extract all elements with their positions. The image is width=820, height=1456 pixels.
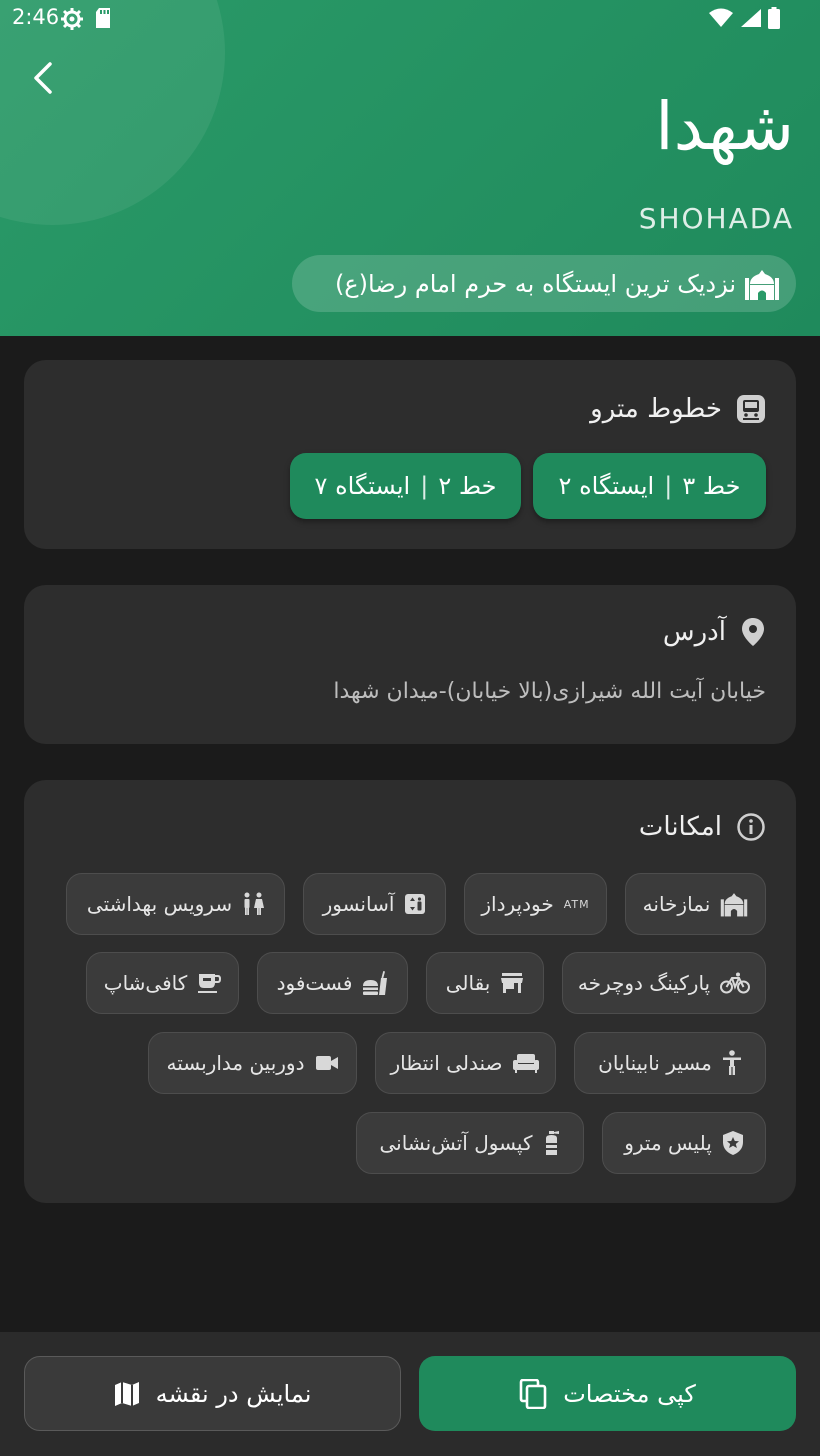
copy-coordinates-label: کپی مختصات	[563, 1379, 696, 1408]
address-text: خیابان آیت الله شیرازی(بالا خیابان)-میدا…	[333, 679, 766, 704]
facility-chip: پارکینگ دوچرخه	[562, 952, 766, 1014]
station-title: شهدا	[655, 88, 794, 165]
facility-label: پلیس مترو	[624, 1131, 712, 1155]
facility-chip: دوربین مداربسته	[148, 1032, 357, 1094]
wifi-icon	[708, 8, 734, 28]
facility-label: خودپرداز	[481, 892, 554, 916]
metro-line-chip[interactable]: خط ۲ | ایستگاه ۷	[290, 453, 521, 519]
metro-lines-title: خطوط مترو	[590, 394, 722, 424]
facility-label: کافی‌شاپ	[103, 971, 188, 995]
chip-divider: |	[664, 472, 673, 500]
battery-icon	[768, 7, 780, 29]
facility-label: کپسول آتش‌نشانی	[379, 1131, 533, 1155]
atm-icon: ATM	[563, 897, 590, 911]
facilities-card: امکانات نمازخانه ATM خودپرداز آسانسور سر…	[24, 780, 796, 1203]
sofa-icon	[512, 1053, 540, 1073]
restroom-icon	[242, 892, 265, 916]
metro-lines-card: خطوط مترو خط ۳ | ایستگاه ۲ خط ۲ | ایستگا…	[24, 360, 796, 549]
camera-icon	[315, 1054, 339, 1072]
facility-label: صندلی انتظار	[390, 1051, 503, 1075]
line-station: ایستگاه ۷	[314, 472, 411, 500]
facility-chip: کپسول آتش‌نشانی	[356, 1112, 584, 1174]
store-icon	[500, 972, 524, 994]
facility-label: نمازخانه	[642, 892, 711, 916]
map-icon	[114, 1381, 140, 1407]
signal-icon	[740, 8, 762, 28]
chevron-left-icon	[34, 62, 52, 94]
facility-chip: پلیس مترو	[602, 1112, 766, 1174]
facility-label: دوربین مداربسته	[166, 1051, 305, 1075]
mosque-icon	[744, 268, 780, 300]
chip-divider: |	[420, 472, 429, 500]
facility-chip: صندلی انتظار	[375, 1032, 556, 1094]
facilities-header: امکانات	[639, 812, 766, 842]
facility-label: فست‌فود	[276, 971, 353, 995]
show-on-map-button[interactable]: نمایش در نقشه	[24, 1356, 401, 1431]
elevator-icon	[404, 893, 426, 915]
train-icon	[736, 394, 766, 424]
line-number: خط ۳	[682, 472, 741, 500]
line-number: خط ۲	[438, 472, 497, 500]
bottom-action-bar: کپی مختصات نمایش در نقشه	[0, 1332, 820, 1456]
police-shield-icon	[722, 1130, 744, 1156]
facility-chip: مسیر نابینایان	[574, 1032, 766, 1094]
facility-chip: نمازخانه	[625, 873, 766, 935]
back-button[interactable]	[22, 58, 62, 98]
facility-label: بقالی	[445, 971, 491, 995]
copy-coordinates-button[interactable]: کپی مختصات	[419, 1356, 796, 1431]
facility-chip: سرویس بهداشتی	[66, 873, 285, 935]
fire-extinguisher-icon	[542, 1130, 560, 1156]
mosque-icon	[720, 891, 748, 917]
bicycle-icon	[720, 972, 751, 994]
address-title: آدرس	[662, 617, 726, 647]
show-on-map-label: نمایش در نقشه	[155, 1379, 312, 1408]
station-header: 2:46 شهدا SHOHADA نزدیک ترین ایستگاه به …	[0, 0, 820, 336]
location-pin-icon	[740, 617, 766, 647]
facility-chip: ATM خودپرداز	[464, 873, 607, 935]
status-time: 2:46	[12, 5, 60, 29]
facility-label: سرویس بهداشتی	[86, 892, 233, 916]
facility-chip: بقالی	[426, 952, 544, 1014]
metro-line-chip[interactable]: خط ۳ | ایستگاه ۲	[533, 453, 766, 519]
station-latin-title: SHOHADA	[638, 202, 794, 235]
coffee-icon	[197, 972, 222, 994]
line-station: ایستگاه ۲	[558, 472, 655, 500]
fastfood-icon	[362, 970, 388, 996]
metro-lines-header: خطوط مترو	[590, 394, 766, 424]
settings-gear-icon	[60, 7, 84, 31]
status-bar: 2:46	[0, 0, 820, 36]
address-card: آدرس خیابان آیت الله شیرازی(بالا خیابان)…	[24, 585, 796, 744]
facility-chip: کافی‌شاپ	[86, 952, 239, 1014]
nearest-shrine-badge: نزدیک ترین ایستگاه به حرم امام رضا(ع)	[292, 255, 796, 312]
nearest-shrine-text: نزدیک ترین ایستگاه به حرم امام رضا(ع)	[334, 269, 736, 298]
sd-card-icon	[94, 7, 112, 31]
facility-chip: فست‌فود	[257, 952, 408, 1014]
info-icon	[736, 812, 766, 842]
facilities-title: امکانات	[638, 812, 722, 842]
accessibility-icon	[722, 1050, 742, 1076]
address-header: آدرس	[663, 617, 766, 647]
facility-chip: آسانسور	[303, 873, 446, 935]
facility-label: مسیر نابینایان	[598, 1051, 712, 1075]
copy-icon	[519, 1378, 547, 1409]
facility-label: پارکینگ دوچرخه	[577, 971, 711, 995]
facility-label: آسانسور	[322, 892, 395, 916]
